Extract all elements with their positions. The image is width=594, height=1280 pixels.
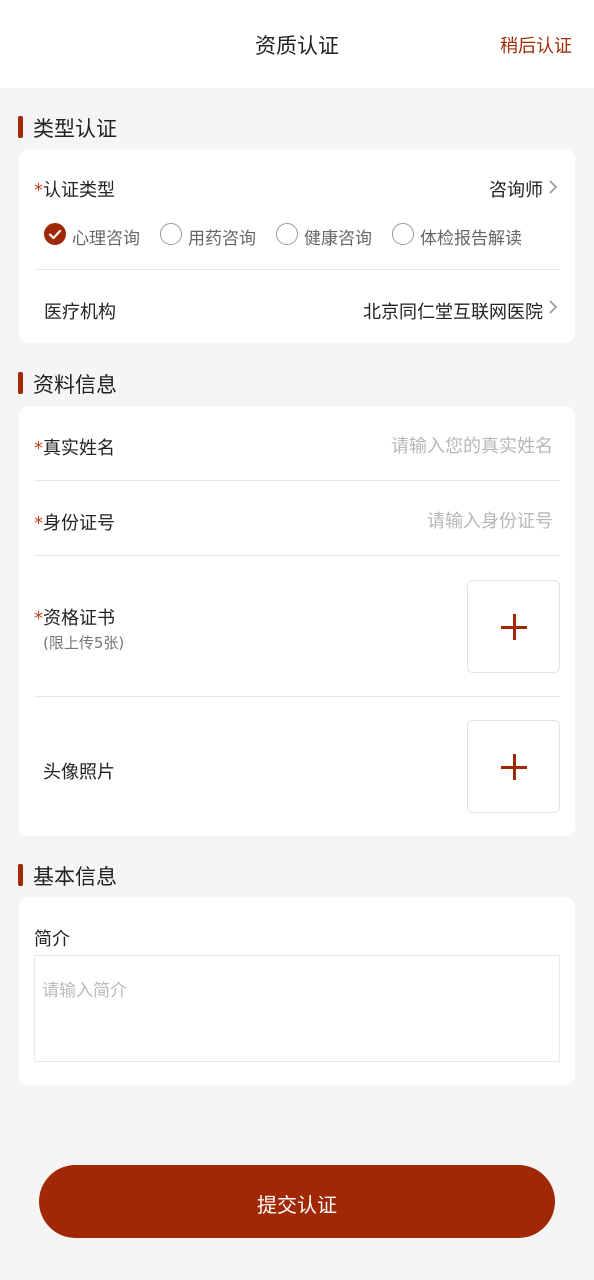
institution-value[interactable]: 北京同仁堂互联网医院 <box>363 298 543 324</box>
radio-label: 健康咨询 <box>304 229 372 249</box>
intro-placeholder: 请输入简介 <box>42 981 127 1001</box>
divider <box>34 269 560 270</box>
profile-card: *真实姓名 请输入您的真实姓名 *身份证号 请输入身份证号 *资格证书 (限上传… <box>19 406 575 836</box>
chevron-right-icon[interactable] <box>546 178 560 196</box>
top-bar: 资质认证 稍后认证 <box>0 0 594 88</box>
section-title: 类型认证 <box>33 117 117 141</box>
avatar-label: 头像照片 <box>43 762 115 783</box>
section-title: 资料信息 <box>33 373 117 397</box>
checkmark-icon <box>48 229 61 239</box>
type-card: *认证类型 咨询师 心理咨询 用药咨询 健康咨询 体检报告解读 医疗机构 北京同… <box>19 149 575 343</box>
institution-label: 医疗机构 <box>44 302 116 323</box>
submit-label: 提交认证 <box>257 1193 337 1217</box>
certificate-hint: (限上传5张) <box>43 634 125 652</box>
divider <box>34 480 560 481</box>
certify-later-link[interactable]: 稍后认证 <box>500 32 572 58</box>
id-number-label: *身份证号 <box>34 513 115 534</box>
divider <box>34 696 560 697</box>
radio-unchecked-indicator <box>392 223 414 245</box>
cert-type-label: *认证类型 <box>34 180 115 201</box>
section-accent-bar <box>18 116 23 138</box>
submit-button[interactable]: 提交认证 <box>39 1165 555 1238</box>
chevron-right-icon[interactable] <box>546 298 560 316</box>
section-accent-bar <box>18 864 23 886</box>
id-number-input[interactable]: 请输入身份证号 <box>427 507 553 533</box>
radio-unchecked-indicator <box>276 223 298 245</box>
intro-textarea[interactable]: 请输入简介 <box>34 955 560 1062</box>
radio-checked-indicator <box>44 223 66 245</box>
real-name-input[interactable]: 请输入您的真实姓名 <box>391 432 553 458</box>
certificate-label: *资格证书 <box>34 608 115 629</box>
divider <box>34 555 560 556</box>
required-mark: * <box>34 180 43 201</box>
radio-unchecked-indicator <box>160 223 182 245</box>
cert-type-value[interactable]: 咨询师 <box>489 176 543 202</box>
radio-label: 用药咨询 <box>188 229 256 249</box>
radio-label: 心理咨询 <box>72 229 140 249</box>
section-title: 基本信息 <box>33 865 117 889</box>
certificate-upload-button[interactable] <box>467 580 560 673</box>
avatar-upload-button[interactable] <box>467 720 560 813</box>
radio-label: 体检报告解读 <box>420 229 522 249</box>
intro-label: 简介 <box>34 929 70 950</box>
basic-card: 简介 请输入简介 <box>19 897 575 1085</box>
section-accent-bar <box>18 372 23 394</box>
real-name-label: *真实姓名 <box>34 438 115 459</box>
